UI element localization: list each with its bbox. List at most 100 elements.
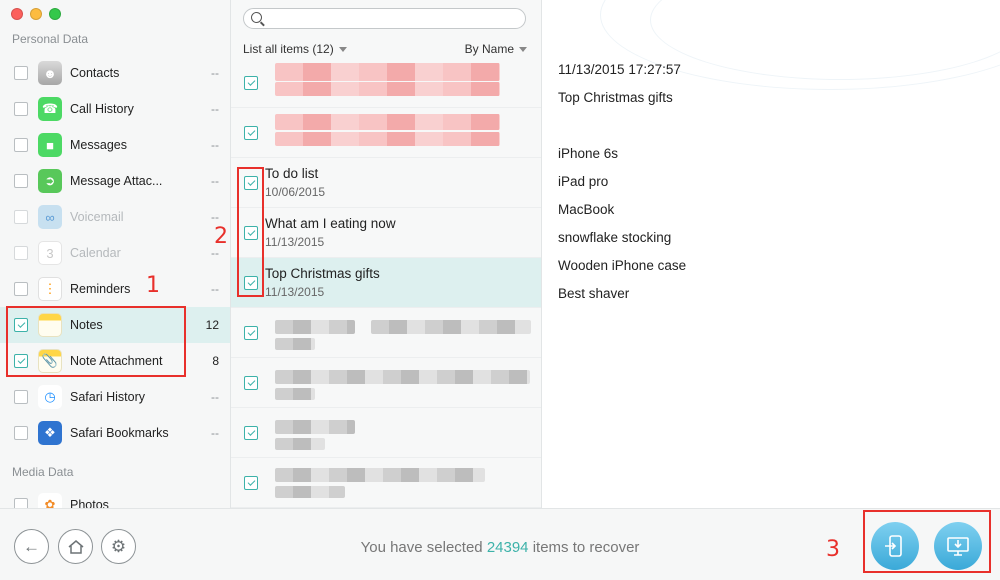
redacted-content [371, 320, 531, 334]
photos-checkbox[interactable] [14, 498, 28, 508]
sidebar-item-messages[interactable]: ■ Messages -- [0, 127, 230, 163]
safari-bookmarks-checkbox[interactable] [14, 426, 28, 440]
list-item-checkbox[interactable] [244, 326, 258, 340]
list-item-checkbox[interactable] [244, 226, 258, 240]
sidebar-item-reminders[interactable]: ⋮ Reminders -- [0, 271, 230, 307]
selected-count: 24394 [486, 539, 529, 556]
sidebar-item-safari-history[interactable]: ◷ Safari History -- [0, 379, 230, 415]
note-detail-title: Top Christmas gifts [558, 90, 673, 105]
list-item[interactable] [231, 108, 541, 158]
safari-history-checkbox[interactable] [14, 390, 28, 404]
filter-dropdown[interactable]: List all items (12) [243, 42, 347, 56]
list-item[interactable] [231, 458, 541, 508]
sidebar-item-count: -- [211, 282, 219, 296]
list-item-checkbox[interactable] [244, 276, 258, 290]
sort-dropdown[interactable]: By Name [465, 42, 527, 56]
sort-label: By Name [464, 42, 514, 56]
chevron-down-icon [519, 47, 527, 53]
contacts-checkbox[interactable] [14, 66, 28, 80]
personal-data-heading: Personal Data [12, 32, 89, 46]
sidebar-item-label: Photos [70, 498, 109, 508]
sidebar-item-count: -- [211, 390, 219, 404]
phone-icon: ☎ [38, 97, 62, 121]
message-attachment-icon: ➲ [38, 169, 62, 193]
to-computer-icon [947, 537, 969, 556]
redacted-content [275, 388, 315, 400]
sidebar-item-call-history[interactable]: ☎ Call History -- [0, 91, 230, 127]
voicemail-checkbox[interactable] [14, 210, 28, 224]
messages-checkbox[interactable] [14, 138, 28, 152]
search-input[interactable] [243, 8, 526, 29]
sidebar-item-calendar[interactable]: 3 Calendar -- [0, 235, 230, 271]
reminders-icon: ⋮ [38, 277, 62, 301]
close-window-button[interactable] [11, 8, 23, 20]
list-item[interactable] [231, 308, 541, 358]
list-item[interactable] [231, 408, 541, 458]
note-line: Best shaver [558, 286, 630, 301]
status-prefix: You have selected [360, 539, 483, 556]
list-item[interactable] [231, 358, 541, 408]
bottom-toolbar: ← ⚙ You have selected 24394 items to rec… [0, 508, 1000, 580]
sidebar-item-label: Safari Bookmarks [70, 426, 169, 440]
sidebar-item-label: Contacts [70, 66, 120, 80]
note-date: 11/13/2015 [265, 235, 325, 249]
safari-bookmarks-icon: ❖ [38, 421, 62, 445]
redacted-content [275, 438, 325, 450]
recover-to-device-button[interactable] [871, 522, 919, 570]
redacted-content [275, 420, 355, 434]
redacted-content [275, 370, 530, 384]
sidebar-item-notes[interactable]: Notes 12 [0, 307, 230, 343]
redacted-content [275, 486, 345, 498]
reminders-checkbox[interactable] [14, 282, 28, 296]
list-item-checkbox[interactable] [244, 76, 258, 90]
list-item[interactable]: To do list 10/06/2015 [231, 158, 541, 208]
zoom-window-button[interactable] [49, 8, 61, 20]
calendar-checkbox[interactable] [14, 246, 28, 260]
list-item-checkbox[interactable] [244, 476, 258, 490]
list-item-checkbox[interactable] [244, 376, 258, 390]
notes-checkbox[interactable] [14, 318, 28, 332]
list-item[interactable]: What am I eating now 11/13/2015 [231, 208, 541, 258]
list-item[interactable] [231, 58, 541, 108]
safari-history-icon: ◷ [38, 385, 62, 409]
recover-to-computer-button[interactable] [934, 522, 982, 570]
note-attachment-checkbox[interactable] [14, 354, 28, 368]
note-timestamp: 11/13/2015 17:27:57 [558, 62, 681, 77]
sidebar-item-safari-bookmarks[interactable]: ❖ Safari Bookmarks -- [0, 415, 230, 451]
minimize-window-button[interactable] [30, 8, 42, 20]
window-controls [11, 8, 61, 20]
sidebar-item-voicemail[interactable]: ∞ Voicemail -- [0, 199, 230, 235]
category-sidebar: Personal Data ☻ Contacts -- ☎ Call Histo… [0, 0, 231, 508]
redacted-content [275, 338, 315, 350]
sidebar-item-label: Reminders [70, 282, 131, 296]
sidebar-item-note-attachment[interactable]: 📎 Note Attachment 8 [0, 343, 230, 379]
message-attachments-checkbox[interactable] [14, 174, 28, 188]
calendar-icon: 3 [38, 241, 62, 265]
sidebar-item-count: 8 [212, 354, 219, 368]
note-line: MacBook [558, 202, 615, 217]
sidebar-item-photos[interactable]: ✿ Photos [0, 487, 230, 508]
sidebar-item-count: 12 [205, 318, 219, 332]
redacted-content [275, 82, 500, 96]
sidebar-item-label: Message Attac... [70, 174, 163, 188]
sidebar-item-label: Note Attachment [70, 354, 163, 368]
list-item-checkbox[interactable] [244, 176, 258, 190]
sidebar-item-count: -- [211, 102, 219, 116]
redacted-content [275, 320, 355, 334]
annotation-number-3: 3 [826, 537, 840, 562]
media-data-heading: Media Data [12, 465, 74, 479]
sidebar-item-message-attachments[interactable]: ➲ Message Attac... -- [0, 163, 230, 199]
list-item-selected[interactable]: Top Christmas gifts 11/13/2015 [231, 258, 541, 308]
photos-icon: ✿ [38, 493, 62, 508]
note-line: Wooden iPhone case [558, 258, 687, 273]
note-title: Top Christmas gifts [265, 266, 380, 281]
sidebar-item-label: Calendar [70, 246, 121, 260]
sidebar-item-label: Messages [70, 138, 127, 152]
list-item-checkbox[interactable] [244, 126, 258, 140]
notes-icon [38, 313, 62, 337]
call-history-checkbox[interactable] [14, 102, 28, 116]
note-line: iPad pro [558, 174, 609, 189]
list-item-checkbox[interactable] [244, 426, 258, 440]
sidebar-item-contacts[interactable]: ☻ Contacts -- [0, 55, 230, 91]
status-suffix: items to recover [532, 539, 640, 556]
